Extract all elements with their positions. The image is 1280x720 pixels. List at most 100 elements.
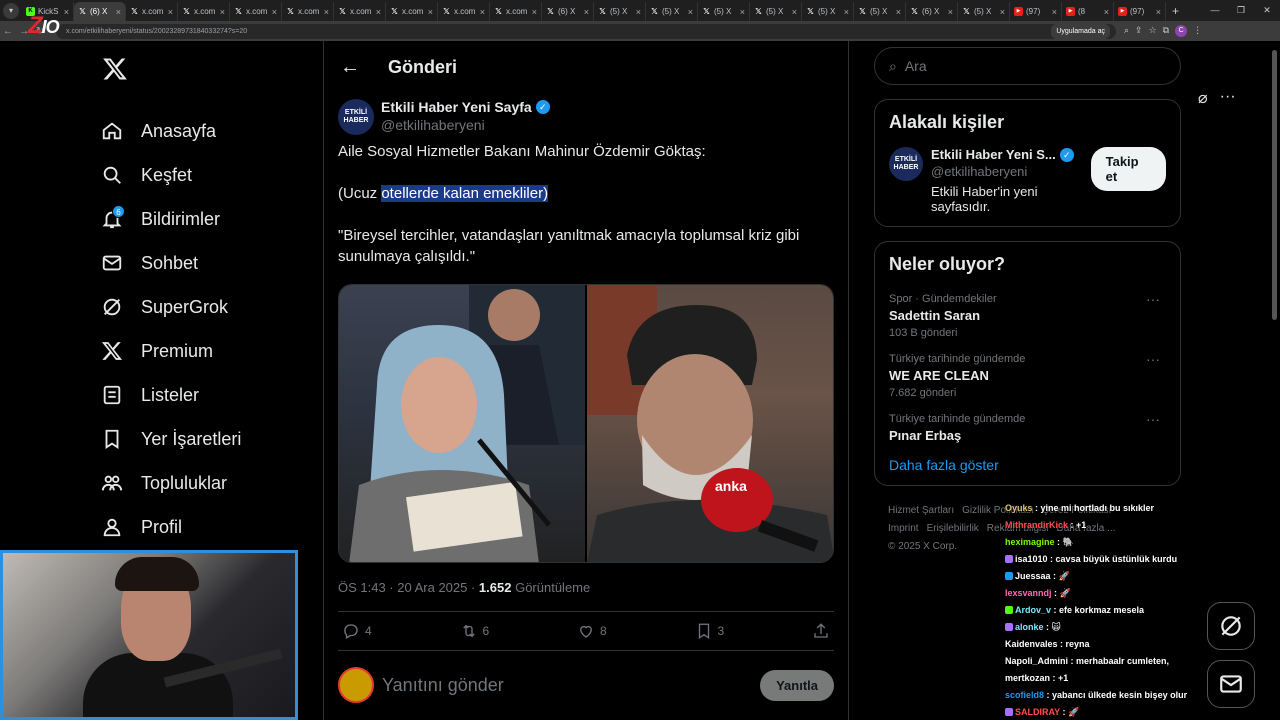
chat-username[interactable]: mertkozan bbox=[1005, 673, 1050, 683]
author-name-row[interactable]: Etkili Haber Yeni Sayfa ✓ bbox=[381, 99, 550, 115]
tab-close-icon[interactable]: × bbox=[896, 7, 901, 17]
browser-tab[interactable]: 𝕏x.com × bbox=[334, 2, 386, 21]
nav-item-grok[interactable]: SuperGrok bbox=[100, 285, 310, 329]
reply-input[interactable]: Yanıtını gönder bbox=[382, 675, 760, 696]
grok-fab-button[interactable] bbox=[1207, 602, 1255, 650]
browser-tab[interactable]: 𝕏 (5) X × bbox=[750, 2, 802, 21]
repost-button[interactable]: 6 bbox=[460, 622, 489, 640]
nav-item-list[interactable]: Listeler bbox=[100, 373, 310, 417]
browser-tab[interactable]: 𝕏 (6) X × bbox=[74, 2, 126, 21]
chat-username[interactable]: lexsvanndj bbox=[1005, 588, 1052, 598]
tab-close-icon[interactable]: × bbox=[532, 7, 537, 17]
zoom-icon[interactable]: ⌕ bbox=[1124, 25, 1129, 37]
share-button[interactable] bbox=[812, 622, 830, 640]
tab-close-icon[interactable]: × bbox=[636, 7, 641, 17]
chat-username[interactable]: heximagine bbox=[1005, 537, 1055, 547]
address-bar[interactable]: x.com/etkilihaberyeni/status/20023289731… bbox=[56, 23, 1116, 39]
nav-item-bell[interactable]: 6 Bildirimler bbox=[100, 197, 310, 241]
restore-icon[interactable]: ❐ bbox=[1228, 0, 1254, 21]
user-avatar[interactable] bbox=[338, 667, 374, 703]
tab-close-icon[interactable]: × bbox=[64, 7, 69, 17]
browser-tab[interactable]: ▶ (97) × bbox=[1114, 2, 1166, 21]
browser-tab[interactable]: 𝕏x.com × bbox=[126, 2, 178, 21]
footer-link[interactable]: © 2025 X Corp. bbox=[888, 541, 957, 552]
reply-submit-button[interactable]: Yanıtla bbox=[760, 669, 834, 701]
chat-username[interactable]: Kaidenvales bbox=[1005, 639, 1058, 649]
chat-username[interactable]: SALDIRAY bbox=[1015, 707, 1060, 717]
trend-item[interactable]: Spor · Gündemdekiler Sadettin Saran 103 B … bbox=[889, 289, 1166, 349]
tab-close-icon[interactable]: × bbox=[168, 7, 173, 17]
chat-username[interactable]: isa1010 bbox=[1015, 554, 1048, 564]
post-timestamp[interactable]: ÖS 1:43 · 20 Ara 2025 · bbox=[338, 580, 479, 595]
grok-explain-icon[interactable]: ⌀ bbox=[1198, 88, 1208, 108]
back-nav-icon[interactable]: ← bbox=[0, 26, 16, 37]
tab-close-icon[interactable]: × bbox=[1000, 7, 1005, 17]
bookmark-button[interactable]: 3 bbox=[695, 622, 724, 640]
tab-close-icon[interactable]: × bbox=[428, 7, 433, 17]
browser-menu-icon[interactable]: ⋮ bbox=[1193, 25, 1202, 37]
tab-close-icon[interactable]: × bbox=[844, 7, 849, 17]
trend-item[interactable]: Türkiye tarihinde gündemde Pınar Erbaş ··· bbox=[889, 409, 1166, 453]
chat-username[interactable]: Juessaa bbox=[1015, 571, 1051, 581]
tab-close-icon[interactable]: × bbox=[1156, 7, 1161, 17]
reply-button[interactable]: 4 bbox=[342, 622, 372, 640]
show-more-link[interactable]: Daha fazla göster bbox=[889, 453, 1166, 473]
media-image-minister[interactable] bbox=[339, 285, 585, 562]
author-handle[interactable]: @etkilihaberyeni bbox=[381, 117, 550, 133]
browser-tab[interactable]: ▶ (97) × bbox=[1010, 2, 1062, 21]
nav-item-home[interactable]: Anasayfa bbox=[100, 109, 310, 153]
tab-close-icon[interactable]: × bbox=[1104, 7, 1109, 17]
chat-username[interactable]: Ardov_v bbox=[1015, 605, 1051, 615]
like-button[interactable]: 8 bbox=[577, 622, 607, 640]
browser-tab[interactable]: 𝕏 (6) X × bbox=[906, 2, 958, 21]
trend-more-icon[interactable]: ··· bbox=[1146, 351, 1160, 367]
back-arrow-icon[interactable]: ← bbox=[340, 56, 388, 79]
open-in-app-chip[interactable]: Uygulamada aç bbox=[1051, 23, 1110, 39]
share-icon[interactable]: ⇪ bbox=[1135, 25, 1143, 37]
search-input[interactable]: ⌕ Ara bbox=[874, 47, 1181, 85]
browser-tab[interactable]: 𝕏 (5) X × bbox=[854, 2, 906, 21]
browser-tab[interactable]: 𝕏x.com × bbox=[178, 2, 230, 21]
x-logo-icon[interactable] bbox=[102, 56, 128, 82]
footer-link[interactable]: Hizmet Şartları bbox=[888, 505, 954, 516]
tab-close-icon[interactable]: × bbox=[376, 7, 381, 17]
extensions-icon[interactable]: ⧉ bbox=[1163, 25, 1169, 37]
close-window-icon[interactable]: ✕ bbox=[1254, 0, 1280, 21]
minimize-icon[interactable]: — bbox=[1202, 0, 1228, 21]
author-avatar[interactable]: ETKİLİ HABER bbox=[338, 99, 374, 135]
tab-close-icon[interactable]: × bbox=[272, 7, 277, 17]
media-image-citizen[interactable]: anka bbox=[587, 285, 833, 562]
nav-item-bookmark[interactable]: Yer İşaretleri bbox=[100, 417, 310, 461]
tab-close-icon[interactable]: × bbox=[688, 7, 693, 17]
tab-close-icon[interactable]: × bbox=[480, 7, 485, 17]
browser-tab[interactable]: 𝕏 (5) X × bbox=[698, 2, 750, 21]
relevant-person[interactable]: ETKİLİ HABER Etkili Haber Yeni S... ✓ @et… bbox=[889, 147, 1166, 214]
chat-username[interactable]: MithrandirKick bbox=[1005, 520, 1068, 530]
chat-username[interactable]: scofield8 bbox=[1005, 690, 1044, 700]
new-tab-icon[interactable]: + bbox=[1172, 4, 1179, 18]
tab-search-icon[interactable]: ▾ bbox=[3, 2, 19, 19]
browser-tab[interactable]: 𝕏x.com × bbox=[230, 2, 282, 21]
browser-tab[interactable]: 𝕏 (5) X × bbox=[958, 2, 1010, 21]
browser-tab[interactable]: 𝕏x.com × bbox=[386, 2, 438, 21]
more-options-icon[interactable]: ··· bbox=[1220, 88, 1236, 108]
nav-item-mail[interactable]: Sohbet bbox=[100, 241, 310, 285]
trend-more-icon[interactable]: ··· bbox=[1146, 291, 1160, 307]
profile-avatar[interactable]: C bbox=[1175, 25, 1188, 37]
browser-tab[interactable]: 𝕏 (5) X × bbox=[802, 2, 854, 21]
tab-close-icon[interactable]: × bbox=[1052, 7, 1057, 17]
browser-tab[interactable]: 𝕏 (6) X × bbox=[542, 2, 594, 21]
nav-item-search[interactable]: Keşfet bbox=[100, 153, 310, 197]
person-avatar[interactable]: ETKİLİ HABER bbox=[889, 147, 923, 181]
browser-tab[interactable]: 𝕏x.com × bbox=[438, 2, 490, 21]
tab-close-icon[interactable]: × bbox=[324, 7, 329, 17]
nav-item-people[interactable]: Topluluklar bbox=[100, 461, 310, 505]
browser-tab[interactable]: 𝕏 (5) X × bbox=[646, 2, 698, 21]
page-scrollbar[interactable] bbox=[1272, 50, 1277, 320]
trend-item[interactable]: Türkiye tarihinde gündemde WE ARE CLEAN 7.… bbox=[889, 349, 1166, 409]
chat-username[interactable]: alonke bbox=[1015, 622, 1044, 632]
browser-tab[interactable]: 𝕏x.com × bbox=[490, 2, 542, 21]
follow-button[interactable]: Takip et bbox=[1090, 147, 1166, 191]
post-media[interactable]: anka bbox=[338, 284, 834, 563]
browser-tab[interactable]: 𝕏 (5) X × bbox=[594, 2, 646, 21]
